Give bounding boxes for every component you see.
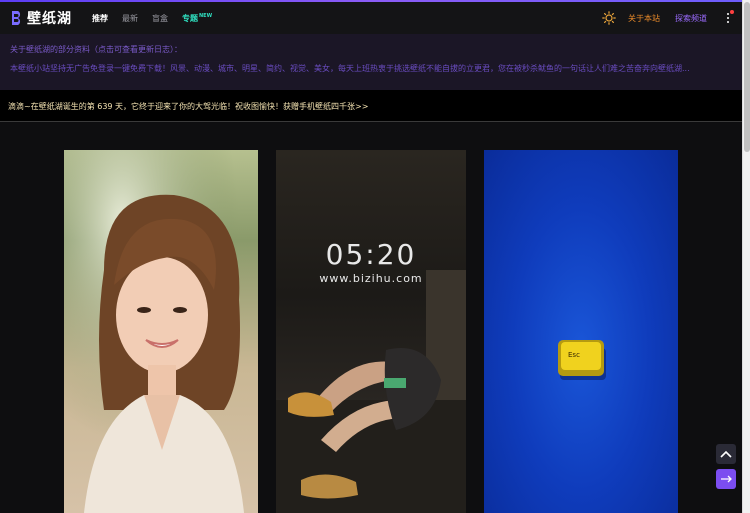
logo-text: 壁纸湖 — [27, 11, 72, 27]
wallpaper-card-clock[interactable]: 05:20 www.bizihu.com — [276, 150, 466, 513]
next-button[interactable] — [716, 469, 736, 489]
logo-icon — [12, 11, 21, 25]
top-nav: 壁纸湖 推荐 最新 盲盒 专题NEW 关于本站 探索频道 — [0, 2, 742, 34]
info-box[interactable]: 关于壁纸湖的部分资料（点击可查看更新日志）： 本壁纸小站坚持无广告免登录一键免费… — [0, 34, 742, 90]
nav-link-blindbox[interactable]: 盲盒 — [152, 13, 168, 24]
announcement-bar: 滴滴~在壁纸湖诞生的第 639 天，它终于迎来了你的大驾光临！祝收图愉快！获赠手… — [0, 90, 742, 122]
info-text: 本壁纸小站坚持无广告免登录一键免费下载！风景、动漫、城市、明星、简约、视觉、美女… — [10, 64, 690, 73]
wallpaper-grid: 05:20 www.bizihu.com Esc — [0, 123, 742, 513]
nav-link-recommend[interactable]: 推荐 — [92, 13, 108, 24]
announcement-text[interactable]: 滴滴~在壁纸湖诞生的第 639 天，它终于迎来了你的大驾光临！祝收图愉快！获赠手… — [8, 101, 368, 112]
nav-right: 关于本站 探索频道 — [602, 11, 742, 25]
nav-links: 推荐 最新 盲盒 专题NEW — [92, 13, 226, 24]
sun-icon[interactable] — [602, 11, 616, 25]
chevron-up-icon — [720, 450, 732, 458]
explore-link[interactable]: 探索频道 — [675, 13, 707, 24]
new-badge: NEW — [199, 12, 213, 19]
clock-time: 05:20 — [325, 238, 417, 271]
wallpaper-card-portrait[interactable] — [64, 150, 258, 513]
back-to-top-button[interactable] — [716, 444, 736, 464]
scrollbar[interactable] — [742, 0, 750, 513]
logo[interactable]: 壁纸湖 — [10, 8, 72, 28]
about-link[interactable]: 关于本站 — [628, 13, 660, 24]
clock-scene-image — [276, 270, 466, 513]
nav-link-latest[interactable]: 最新 — [122, 13, 138, 24]
clock-site: www.bizihu.com — [319, 272, 423, 285]
nav-link-topics[interactable]: 专题NEW — [182, 13, 212, 24]
notification-dot — [730, 10, 734, 14]
portrait-image — [64, 150, 258, 513]
scrollbar-thumb[interactable] — [744, 2, 750, 152]
nav-link-topics-label: 专题 — [182, 13, 198, 23]
wallpaper-card-esc[interactable]: Esc — [484, 150, 678, 513]
info-title[interactable]: 关于壁纸湖的部分资料（点击可查看更新日志）： — [10, 44, 182, 55]
esc-key-label: Esc — [568, 351, 580, 359]
arrow-right-icon — [721, 475, 732, 483]
esc-key-image — [558, 340, 606, 380]
